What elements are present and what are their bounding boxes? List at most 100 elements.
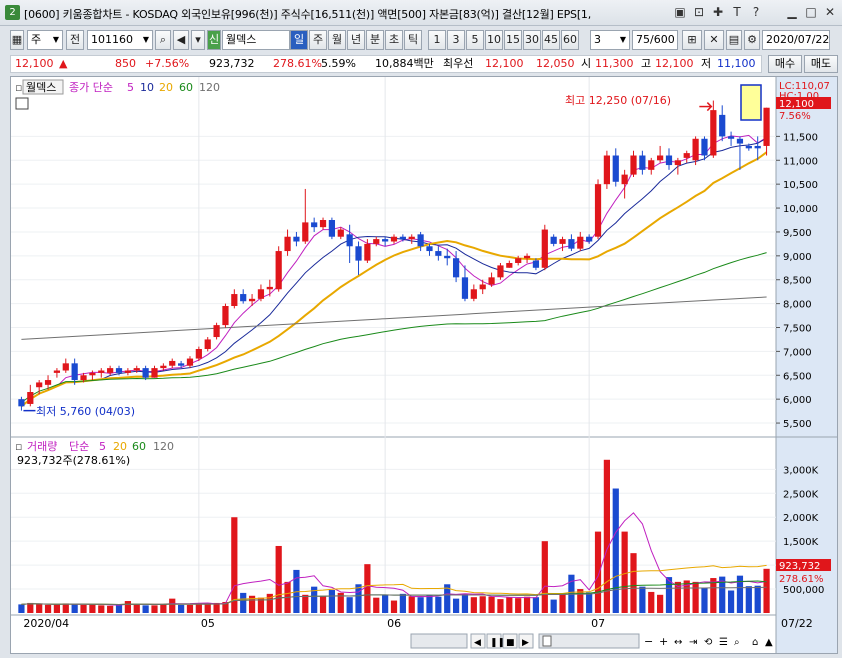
save-icon[interactable]: ▤ [726, 30, 742, 50]
candle-body [240, 294, 247, 302]
candle-body [639, 155, 646, 170]
window-number-badge: 2 [5, 5, 20, 20]
scroll-left-icon: ◀ [474, 638, 481, 648]
pin-icon[interactable]: ✚ [710, 4, 726, 20]
count-field[interactable]: 75/600 [632, 30, 678, 50]
trade-amount: 10,884백만 [375, 57, 434, 70]
vol-ma60-label: 60 [132, 440, 146, 453]
date-field[interactable]: 2020/07/22 [762, 30, 830, 50]
candle-body [657, 155, 664, 161]
tab-2[interactable]: 월 [328, 30, 346, 50]
home-icon[interactable]: ⌂ [752, 637, 758, 648]
tab-5[interactable]: 초 [385, 30, 403, 50]
gear-icon[interactable]: ⚙ [744, 30, 760, 50]
price-tag-text: 12,100 [779, 99, 814, 110]
candle-body [594, 184, 602, 237]
chevron-down-icon: ▼ [142, 35, 149, 44]
settings-small-icon[interactable]: ▾ [191, 30, 205, 50]
vol-tick-label: 2,000K [783, 513, 819, 524]
maximize-icon[interactable]: □ [803, 4, 819, 20]
price-chart-svg[interactable]: 11,500 11,000 10,500 10,000 9,500 9,000 8,500 8… [11, 77, 837, 653]
minimize-icon[interactable]: ▁ [784, 4, 800, 20]
candle-body [222, 306, 229, 326]
volume-bar [417, 597, 424, 613]
tab-1[interactable]: 주 [309, 30, 327, 50]
buy-button[interactable]: 매수 [768, 55, 802, 73]
interval-button-3[interactable]: 10 [485, 30, 503, 50]
close-icon[interactable]: ✕ [822, 4, 838, 20]
candle-body [435, 251, 442, 256]
prev-button[interactable]: 전 [66, 30, 84, 50]
open-label: 시 [581, 57, 592, 70]
interval-button-4[interactable]: 15 [504, 30, 522, 50]
link-icon[interactable]: ⊡ [691, 4, 707, 20]
candle-body [293, 236, 300, 242]
menu-icon[interactable]: ☰ [719, 637, 728, 648]
x-axis-label: 2020/04 [23, 617, 69, 630]
zoom-slider[interactable] [538, 633, 640, 649]
stock-name-field[interactable]: 월덱스 [222, 30, 290, 50]
interval-button-0[interactable]: 1 [428, 30, 446, 50]
interval-button-6[interactable]: 45 [542, 30, 560, 50]
volume-bar [195, 603, 202, 613]
candle-body [426, 246, 433, 252]
price-change-pct: +7.56% [145, 57, 190, 70]
volume-bar [115, 604, 123, 613]
help-icon[interactable]: ? [748, 4, 764, 20]
volume-bar [408, 596, 415, 613]
stock-code-input[interactable]: 101160 ▼ [87, 30, 153, 50]
up-icon[interactable]: ▲ [765, 637, 773, 648]
volume-bar [497, 599, 504, 613]
volume-bar [302, 594, 309, 613]
scroll-controls[interactable]: ◀ ❚❚ ■ ▶ − + ↔ ⇥ ⟲ ☰ ⌕ ⌂ ▲ [410, 633, 773, 649]
fit-icon[interactable]: ↔ [674, 637, 682, 648]
vol-ma120-label: 120 [153, 440, 174, 453]
vol-tag-text: 923,732 [779, 561, 820, 572]
interval-button-1[interactable]: 3 [447, 30, 465, 50]
cross-tool-icon[interactable]: ✕ [704, 30, 724, 50]
drawing-tool-icon[interactable]: ⊞ [682, 30, 702, 50]
tab-6[interactable]: 틱 [404, 30, 422, 50]
interval-button-2[interactable]: 5 [466, 30, 484, 50]
chevron-down-icon: ▼ [619, 35, 626, 44]
search-icon[interactable]: ⌕ [155, 30, 171, 50]
tab-4[interactable]: 분 [366, 30, 384, 50]
chart-area[interactable]: 11,500 11,000 10,500 10,000 9,500 9,000 8,500 8… [10, 76, 838, 654]
tab-0[interactable]: 일 [290, 30, 308, 50]
y-tick-label: 11,000 [783, 156, 818, 167]
period-select[interactable]: 주 ▼ [27, 30, 63, 50]
candle-body [577, 236, 584, 249]
sound-icon[interactable]: ◀ [173, 30, 189, 50]
combo-select[interactable]: 3 ▼ [590, 30, 630, 50]
pan-icon[interactable]: ⇥ [689, 637, 697, 648]
grid-toggle-icon[interactable] [15, 97, 29, 110]
candle-body [568, 239, 575, 249]
volume-value: 923,732 [209, 57, 255, 70]
zoom-icon[interactable]: ⌕ [734, 637, 740, 648]
zoom-slider-thumb[interactable] [542, 635, 552, 647]
candle-body [559, 239, 566, 244]
scrollbar-track[interactable] [410, 633, 468, 649]
stop-icon: ■ [506, 638, 515, 648]
zoom-in-icon[interactable]: + [659, 635, 668, 648]
interval-button-7[interactable]: 60 [561, 30, 579, 50]
sell-button[interactable]: 매도 [804, 55, 838, 73]
zoom-out-icon[interactable]: − [644, 635, 653, 648]
tab-3[interactable]: 년 [347, 30, 365, 50]
candle-body [275, 251, 282, 290]
vol-legend-name: 거래량 [27, 440, 57, 453]
candle-body [754, 145, 761, 149]
candle-body [488, 277, 495, 285]
volume-bar [461, 593, 469, 613]
candle-body [266, 286, 273, 290]
volume-bar [470, 597, 477, 613]
turnover-rate: 5.59% [321, 57, 356, 70]
vol-ma20-label: 20 [113, 440, 127, 453]
candle-body [648, 160, 655, 170]
layout-icon[interactable]: ▦ [10, 30, 24, 50]
reset-icon[interactable]: ⟲ [704, 637, 713, 648]
text-icon[interactable]: T [729, 4, 745, 20]
combo-value: 3 [594, 33, 601, 46]
restore-icon[interactable]: ▣ [672, 4, 688, 20]
interval-button-5[interactable]: 30 [523, 30, 541, 50]
